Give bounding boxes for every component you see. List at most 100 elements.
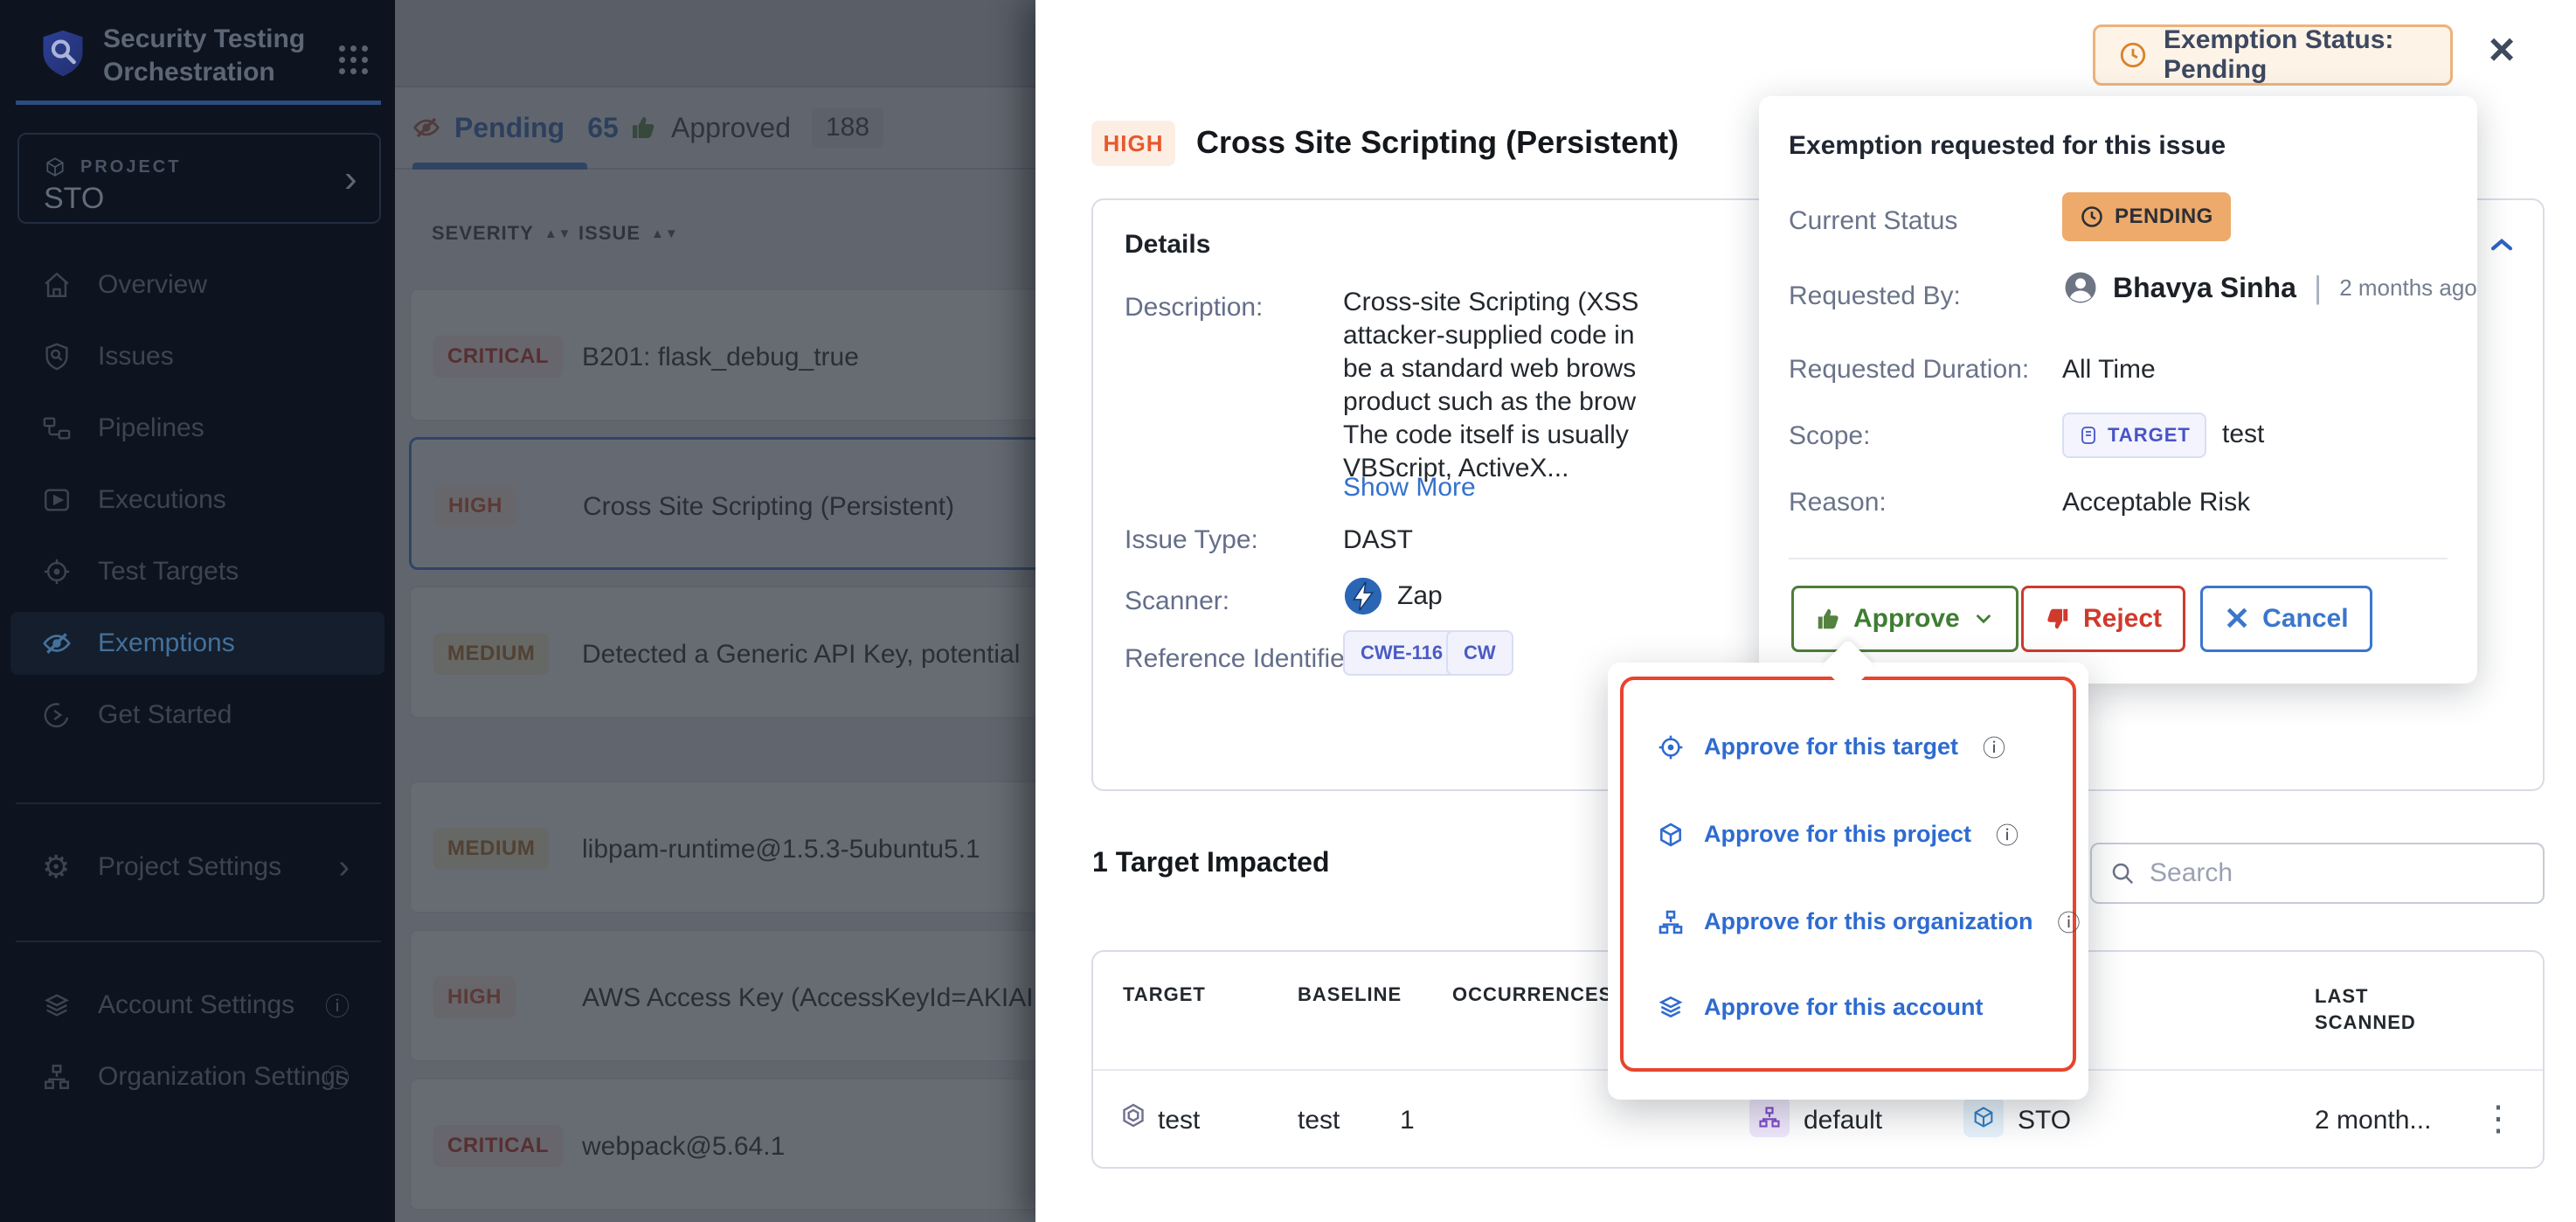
cube-icon (1657, 821, 1685, 849)
requested-duration-value: All Time (2062, 355, 2156, 385)
table-header-occurrences[interactable]: OCCURRENCES (1452, 983, 1612, 1006)
sidebar-item-account-settings[interactable]: Account Settings ⓘ (10, 974, 384, 1037)
sidebar-item-issues[interactable]: Issues (10, 325, 384, 388)
requested-by-value: Bhavya Sinha | 2 months ago (2062, 269, 2477, 306)
menu-item-label: Approve for this account (1704, 994, 1984, 1021)
app-title: Security Testing Orchestration (103, 23, 330, 89)
page-title: Cross Site Scripting (Persistent) (1196, 124, 1679, 161)
org-chart-icon (1749, 1097, 1790, 1137)
sidebar-item-label: Exemptions (98, 628, 235, 658)
exemption-status-pill[interactable]: Exemption Status: Pending (2093, 24, 2453, 86)
search-box (2090, 843, 2545, 904)
sidebar-item-label: Account Settings (98, 990, 294, 1020)
reference-id-chip[interactable]: CW (1446, 630, 1513, 676)
sidebar-item-label: Project Settings (98, 852, 281, 882)
sidebar-item-label: Get Started (98, 700, 232, 730)
avatar (2062, 269, 2099, 306)
requested-time: 2 months ago (2339, 274, 2477, 302)
app-grid-icon[interactable] (339, 45, 369, 75)
shield-search-icon (42, 342, 72, 371)
approve-button[interactable]: Approve (1791, 586, 2019, 652)
description-text: product such as the brow (1343, 387, 1636, 417)
sidebar-item-overview[interactable]: Overview (10, 253, 384, 316)
table-cell-org: default (1804, 1106, 1882, 1135)
sidebar-item-executions[interactable]: Executions (10, 469, 384, 531)
kebab-icon[interactable]: ⋮ (2481, 1099, 2516, 1139)
reason-value: Acceptable Risk (2062, 488, 2250, 517)
close-icon[interactable]: × (2476, 24, 2528, 77)
targets-impacted-heading: 1 Target Impacted (1092, 846, 1329, 878)
exemption-status-text: Exemption Status: Pending (2164, 25, 2450, 85)
sidebar-item-label: Executions (98, 485, 226, 515)
sidebar-item-label: Organization Settings (98, 1062, 349, 1092)
chevron-right-icon: › (344, 157, 357, 201)
scanner-name: Zap (1397, 581, 1443, 611)
description-text: attacker-supplied code in (1343, 321, 1635, 351)
reference-identifiers-label: Reference Identifiers: (1125, 644, 1374, 674)
sidebar-item-label: Overview (98, 270, 207, 300)
chevron-up-icon[interactable] (2483, 230, 2521, 260)
menu-item-approve-organization[interactable]: Approve for this organization ⓘ (1657, 906, 2081, 938)
sidebar-divider (16, 941, 381, 942)
table-cell-last-scanned: 2 month... (2315, 1106, 2431, 1135)
cancel-button[interactable]: ✕ Cancel (2200, 586, 2372, 652)
clock-icon (2080, 205, 2104, 229)
close-icon: ✕ (2224, 606, 2250, 632)
sidebar-item-test-targets[interactable]: Test Targets (10, 540, 384, 603)
info-icon[interactable]: ⓘ (1996, 818, 2019, 851)
status-badge-text: PENDING (2115, 205, 2213, 229)
pipelines-icon (42, 413, 72, 443)
exemption-popover: Exemption requested for this issue Curre… (1759, 96, 2477, 684)
home-icon (42, 270, 72, 300)
thumb-down-icon (2045, 606, 2071, 632)
sidebar-item-pipelines[interactable]: Pipelines (10, 397, 384, 460)
info-icon[interactable]: ⓘ (325, 1059, 350, 1094)
reference-id-chip[interactable]: CWE-116 (1343, 630, 1460, 676)
separator: | (2314, 269, 2322, 306)
modal-backdrop[interactable] (395, 0, 1035, 1222)
project-selector[interactable]: PROJECT STO › (17, 133, 381, 224)
target-icon (1657, 733, 1685, 761)
info-icon[interactable]: ⓘ (1983, 731, 2005, 763)
details-heading: Details (1125, 230, 1210, 260)
popover-heading: Exemption requested for this issue (1789, 131, 2226, 161)
table-header-target[interactable]: TARGET (1123, 983, 1206, 1006)
show-more-link[interactable]: Show More (1343, 473, 1476, 503)
menu-item-label: Approve for this project (1704, 821, 1971, 848)
org-chart-icon (1657, 908, 1685, 936)
eye-off-icon (42, 628, 72, 658)
sidebar-divider (16, 802, 381, 804)
sidebar-item-get-started[interactable]: Get Started (10, 684, 384, 746)
requested-duration-label: Requested Duration: (1789, 355, 2029, 385)
status-badge: PENDING (2062, 192, 2231, 241)
table-header-last-scanned[interactable]: LAST SCANNED (2315, 983, 2428, 1036)
clock-icon (2118, 40, 2148, 70)
reject-button[interactable]: Reject (2021, 586, 2185, 652)
info-icon[interactable]: ⓘ (325, 988, 350, 1023)
scope-chip-text: TARGET (2108, 424, 2191, 447)
issue-type-label: Issue Type: (1125, 525, 1258, 555)
sidebar-item-organization-settings[interactable]: Organization Settings ⓘ (10, 1045, 384, 1108)
table-cell-baseline: test (1298, 1106, 1340, 1135)
menu-item-approve-target[interactable]: Approve for this target ⓘ (1657, 731, 2005, 763)
sidebar-item-project-settings[interactable]: ⚙ Project Settings › (10, 836, 384, 899)
reject-button-label: Reject (2083, 604, 2162, 634)
thumb-up-icon (1815, 606, 1841, 632)
sidebar-item-label: Issues (98, 342, 174, 371)
issue-type-value: DAST (1343, 525, 1413, 555)
table-cell-target[interactable]: test (1158, 1106, 1200, 1135)
target-icon (42, 557, 72, 587)
menu-item-approve-account[interactable]: Approve for this account (1657, 993, 1984, 1021)
sidebar-item-exemptions[interactable]: Exemptions (10, 612, 384, 675)
description-text: The code itself is usually (1343, 420, 1629, 450)
popover-divider (1789, 558, 2448, 559)
cube-icon (1963, 1097, 2004, 1137)
menu-item-approve-project[interactable]: Approve for this project ⓘ (1657, 818, 2019, 851)
table-header-baseline[interactable]: BASELINE (1298, 983, 1402, 1006)
table-cell-occurrences: 1 (1400, 1106, 1415, 1135)
scope-value: test (2222, 420, 2264, 449)
info-icon[interactable]: ⓘ (2058, 906, 2081, 938)
search-input[interactable] (2150, 858, 2517, 888)
sidebar: Security Testing Orchestration PROJECT S… (0, 0, 395, 1222)
description-text: be a standard web brows (1343, 354, 1636, 384)
